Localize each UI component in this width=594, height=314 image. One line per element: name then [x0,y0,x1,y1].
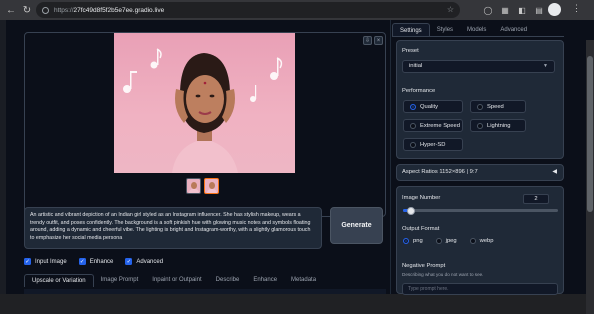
output-format-radios: png jpeg webp [403,238,494,244]
negative-prompt-input[interactable]: Type prompt here. [402,283,558,295]
page-scrollbar[interactable] [586,40,594,314]
tab-advanced[interactable]: Advanced [493,23,534,36]
thumbnail-2[interactable] [204,178,219,194]
checkbox-label: Input Image [35,258,67,265]
tab-describe[interactable]: Describe [209,274,247,287]
address-bar[interactable]: https:// 27fc49d8f5f2b5e7ee.gradio.live … [36,2,460,18]
format-png-radio[interactable]: png [403,238,423,244]
thumbnail-1[interactable] [186,178,201,194]
enhance-checkbox[interactable]: ✓ Enhance [78,258,114,265]
image-number-slider[interactable] [403,206,558,215]
radio-unselected-icon [410,141,416,148]
radio-label: Hyper-SD [420,141,446,148]
performance-label: Performance [402,88,436,94]
extensions-puzzle-icon[interactable]: ▦ [499,3,511,17]
aspect-ratio-label: Aspect Ratios 1152×896 | 9:7 [402,169,478,175]
close-icon[interactable]: × [374,36,383,45]
browser-toolbar: ← ↻ https:// 27fc49d8f5f2b5e7ee.gradio.l… [0,0,594,20]
radio-label: Extreme Speed [420,122,460,129]
radio-label: png [413,238,423,244]
back-icon[interactable]: ← [4,3,18,17]
radio-unselected-icon [477,103,483,110]
radio-selected-icon [410,103,416,110]
aspect-ratio-accordion[interactable]: Aspect Ratios 1152×896 | 9:7 ◀ [396,164,564,181]
bookmark-star-icon[interactable]: ☆ [447,5,454,14]
chat-icon[interactable]: ◧ [516,3,528,17]
tab-inpaint-or-outpaint[interactable]: Inpaint or Outpaint [145,274,208,287]
checkbox-label: Advanced [136,258,164,265]
tab-styles[interactable]: Styles [430,23,460,36]
image-number-input[interactable]: 2 [523,194,549,204]
reload-icon[interactable]: ↻ [20,3,34,17]
tab-models[interactable]: Models [460,23,493,36]
negative-prompt-label: Negative Prompt [402,263,446,269]
preset-dropdown[interactable]: initial ▼ [402,60,555,73]
portrait-illustration [123,48,283,173]
radio-unselected-icon [469,238,476,244]
radio-unselected-icon [477,122,483,129]
tab-enhance[interactable]: Enhance [246,274,284,287]
preset-label: Preset [402,48,419,54]
format-jpeg-radio[interactable]: jpeg [435,238,457,244]
radio-selected-icon [403,238,409,244]
radio-unselected-icon [435,238,442,244]
preset-value: initial [409,63,423,69]
input-image-checkbox[interactable]: ✓ Input Image [24,258,67,265]
generation-options-panel: Image Number 2 Output Format png jpeg we… [396,186,564,295]
performance-quality-radio[interactable]: Quality [403,100,463,113]
tabs-icon[interactable]: ▤ [533,3,545,17]
chevron-down-icon: ▼ [543,63,548,69]
radio-label: Quality [420,103,439,110]
checkbox-checked-icon: ✓ [78,258,86,265]
tab-content-area [24,289,386,294]
extension-icon[interactable]: ◯ [482,3,494,17]
url-host: 27fc49d8f5f2b5e7ee.gradio.live [73,6,165,14]
settings-panel: Preset initial ▼ Performance Quality Spe… [396,40,564,159]
collapse-triangle-icon: ◀ [552,169,557,175]
image-number-label: Image Number [402,195,441,201]
left-edge [0,20,6,294]
image-gallery: ⇩ × [24,32,386,217]
output-format-label: Output Format [402,226,440,232]
download-icon[interactable]: ⇩ [363,36,372,45]
slider-handle[interactable] [407,206,415,215]
tab-upscale-or-variation[interactable]: Upscale or Variation [24,274,94,287]
radio-label: Speed [487,103,504,110]
radio-label: Lightning [487,122,511,129]
column-divider [390,20,391,294]
radio-label: webp [479,238,494,244]
site-info-icon[interactable] [42,6,49,14]
performance-lightning-radio[interactable]: Lightning [470,119,526,132]
generated-image[interactable] [114,33,295,173]
extension-icons: ◯ ▦ ◧ ▤ [482,3,545,17]
advanced-checkbox[interactable]: ✓ Advanced [125,258,163,265]
generate-button[interactable]: Generate [330,207,383,244]
checkbox-checked-icon: ✓ [125,258,133,265]
prompt-input[interactable]: An artistic and vibrant depiction of an … [24,207,322,249]
tab-metadata[interactable]: Metadata [284,274,323,287]
radio-label: jpeg [445,238,457,244]
format-webp-radio[interactable]: webp [469,238,494,244]
performance-extreme-speed-radio[interactable]: Extreme Speed [403,119,463,132]
option-checkboxes: ✓ Input Image ✓ Enhance ✓ Advanced [24,258,163,265]
performance-hyper-sd-radio[interactable]: Hyper-SD [403,138,463,151]
radio-unselected-icon [410,122,416,129]
url-protocol: https:// [54,6,74,14]
gradio-app: ⇩ × An artistic and vibrant depiction of… [0,20,594,314]
performance-speed-radio[interactable]: Speed [470,100,526,113]
tab-image-prompt[interactable]: Image Prompt [94,274,146,287]
browser-menu-icon[interactable]: ⋮ [572,3,581,14]
checkbox-label: Enhance [89,258,114,265]
scrollbar-thumb[interactable] [587,56,593,212]
checkbox-checked-icon: ✓ [24,258,31,265]
thumbnail-strip [186,178,219,194]
profile-avatar[interactable] [548,3,561,16]
negative-prompt-description: Describing what you do not want to see. [402,272,484,277]
settings-tabs: Settings Styles Models Advanced [392,23,564,37]
tab-settings[interactable]: Settings [392,23,430,36]
